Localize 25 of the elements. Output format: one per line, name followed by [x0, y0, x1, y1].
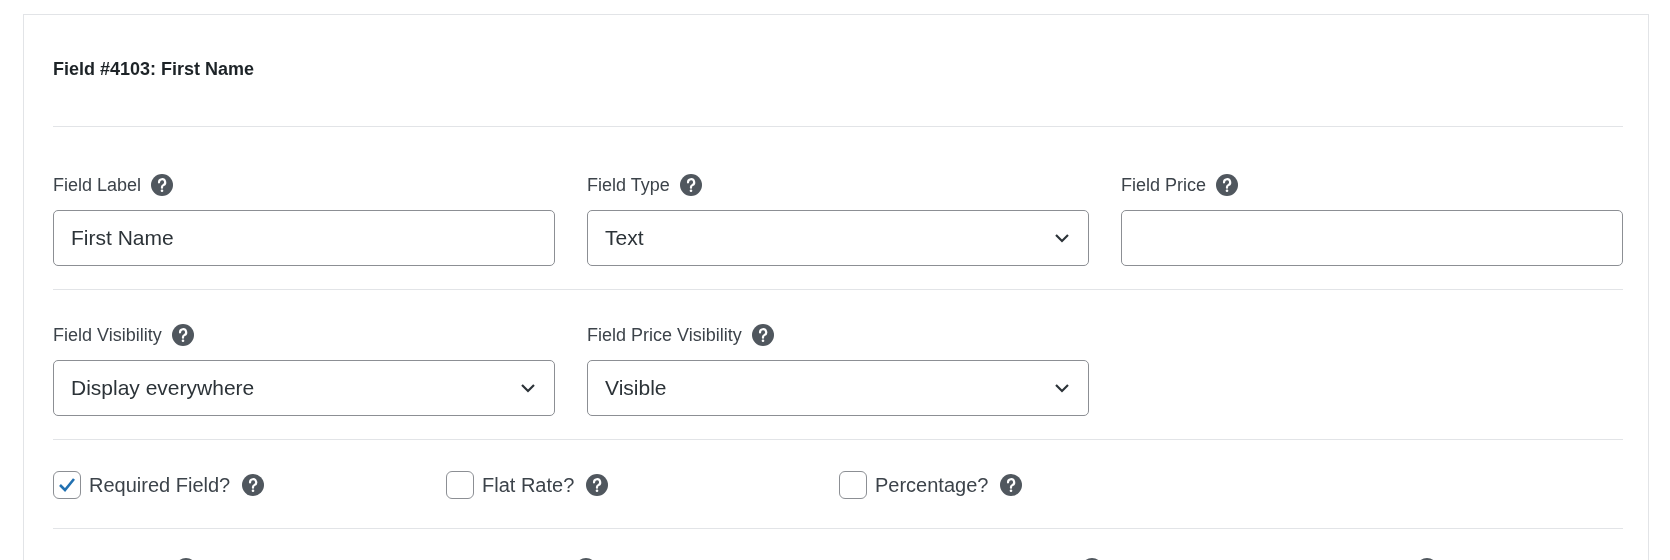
help-icon[interactable]	[1216, 174, 1239, 196]
field-label: Field Price	[1121, 174, 1207, 196]
field-label: Field Visibility	[53, 324, 162, 346]
checkbox[interactable]	[53, 471, 81, 499]
checkbox[interactable]	[446, 471, 474, 499]
select-field[interactable]: Visible	[587, 360, 1089, 416]
help-icon[interactable]	[751, 324, 774, 346]
input-field[interactable]	[1121, 210, 1623, 266]
field-label: Field Label	[53, 174, 142, 196]
field-title: Field #4103: First Name	[53, 15, 1623, 127]
field-label: Field Type	[587, 174, 670, 196]
checkbox-label: Required Field?	[89, 473, 231, 497]
checkbox-label: Percentage?	[875, 473, 989, 497]
input-field[interactable]: First Name	[53, 210, 555, 266]
help-icon[interactable]	[242, 474, 265, 496]
help-icon[interactable]	[586, 474, 609, 496]
select-field[interactable]: Display everywhere	[53, 360, 555, 416]
help-icon[interactable]	[1000, 474, 1023, 496]
help-icon[interactable]	[171, 324, 194, 346]
checkbox[interactable]	[839, 471, 867, 499]
field-label: Field Price Visibility	[587, 324, 742, 346]
checkbox-label: Flat Rate?	[482, 473, 575, 497]
help-icon[interactable]	[679, 174, 702, 196]
select-field[interactable]: Text	[587, 210, 1089, 266]
help-icon[interactable]	[151, 174, 174, 196]
